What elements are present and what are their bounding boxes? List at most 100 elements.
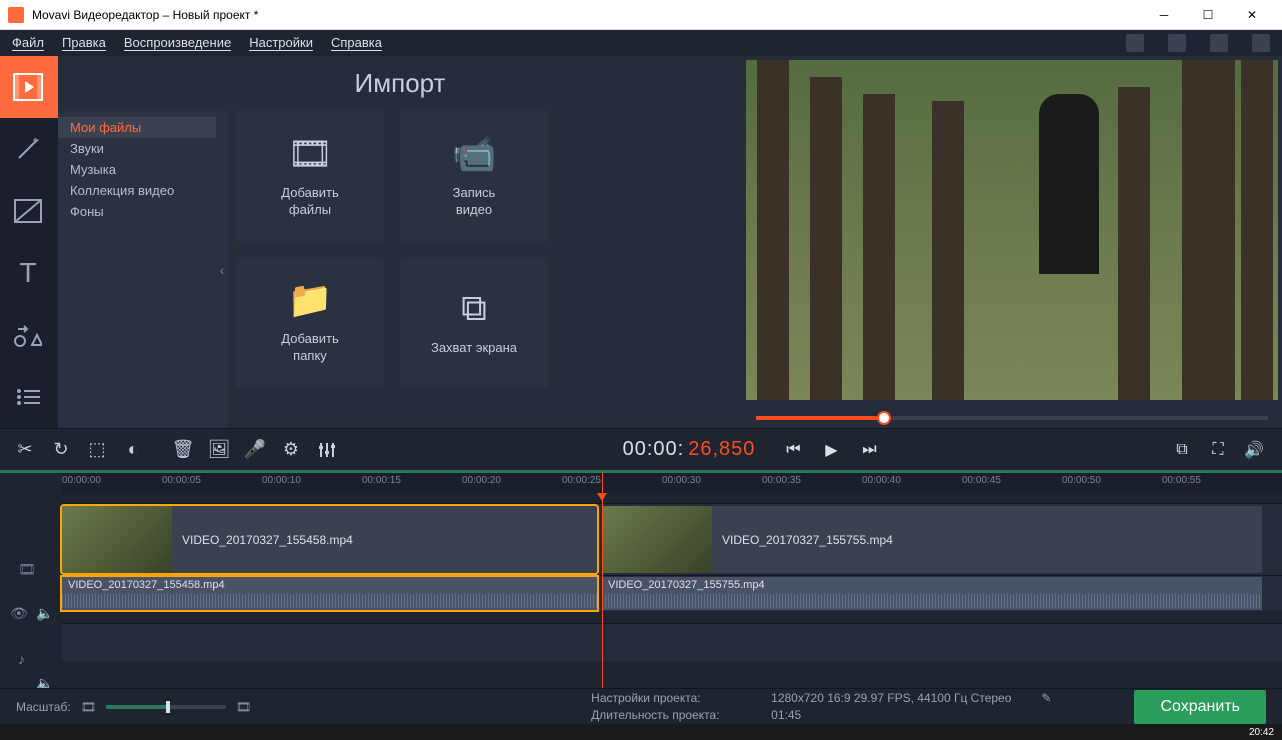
settings-button[interactable]: ⚙ [274, 434, 308, 466]
text-icon: T [19, 257, 36, 289]
tab-import[interactable] [0, 56, 58, 118]
close-button[interactable]: ✕ [1230, 0, 1274, 30]
timecode-prefix: 00:00: [623, 438, 685, 461]
cat-music[interactable]: Музыка [58, 159, 216, 180]
shapes-icon [14, 323, 42, 347]
wand-icon [15, 136, 41, 162]
equalizer-button[interactable] [310, 434, 344, 466]
clip-thumbnail [602, 506, 712, 573]
window-title: Movavi Видеоредактор – Новый проект * [32, 8, 1142, 22]
folder-icon: 📁 [288, 279, 333, 321]
cat-my-files[interactable]: Мои файлы [58, 117, 216, 138]
rotate-button[interactable]: ↻ [44, 434, 78, 466]
audio-clip-2[interactable]: VIDEO_20170327_155755.mp4 [602, 577, 1262, 610]
video-clip-1[interactable]: VIDEO_20170327_155458.mp4 [62, 506, 597, 573]
app-logo-icon [8, 7, 24, 23]
film-play-icon [13, 73, 43, 101]
ruler-tick: 00:00:25 [562, 475, 601, 486]
tab-filters[interactable] [0, 118, 58, 180]
zoom-slider[interactable] [106, 705, 226, 709]
cat-backgrounds[interactable]: Фоны [58, 201, 216, 222]
music-track[interactable] [62, 623, 1282, 661]
list-icon [16, 388, 40, 406]
project-settings-value: 1280x720 16:9 29.97 FPS, 44100 Гц Стерео [771, 691, 1011, 705]
tile-screen-capture[interactable]: ⧉ Захват экрана [400, 257, 548, 387]
collapse-handle[interactable]: ‹ [216, 111, 228, 428]
mic-button[interactable]: 🎤 [238, 434, 272, 466]
menu-settings[interactable]: Настройки [249, 35, 313, 51]
cat-sounds[interactable]: Звуки [58, 138, 216, 159]
import-panel: Импорт Мои файлы Звуки Музыка Коллекция … [58, 56, 742, 428]
zoom-in-icon[interactable]: 🎞 [236, 700, 251, 714]
cat-video-collection[interactable]: Коллекция видео [58, 180, 216, 201]
image-button[interactable]: 🖼 [202, 434, 236, 466]
edit-settings-icon[interactable]: ✎ [1041, 691, 1051, 705]
ruler-tick: 00:00:15 [362, 475, 401, 486]
ruler-tick: 00:00:20 [462, 475, 501, 486]
zoom-label: Масштаб: [16, 700, 71, 714]
sliders-icon [318, 441, 336, 459]
os-taskbar[interactable]: 20:42 [0, 724, 1282, 740]
workspace: T Импорт Мои файлы Звуки Музыка Коллекци… [0, 56, 1282, 428]
cut-button[interactable]: ✂ [8, 434, 42, 466]
menu-file[interactable]: Файл [12, 35, 44, 51]
youtube-icon[interactable] [1126, 34, 1144, 52]
odnoklassniki-icon[interactable] [1168, 34, 1186, 52]
tracks-area: 🎞 👁 🔈 ♪ 🔈 VIDEO_20170327_155458.mp4 VIDE… [62, 503, 1282, 661]
next-button[interactable]: ⏭ [855, 436, 883, 464]
vk-icon[interactable] [1210, 34, 1228, 52]
capture-frame-icon: ⧉ [461, 287, 487, 330]
timeline: 00:00:00 00:00:05 00:00:10 00:00:15 00:0… [0, 470, 1282, 704]
progress-thumb[interactable] [877, 411, 891, 425]
person-in-frame [1039, 94, 1099, 274]
volume-button[interactable]: 🔊 [1240, 436, 1268, 464]
color-button[interactable]: ◐ [116, 434, 150, 466]
delete-button[interactable]: 🗑 [166, 434, 200, 466]
audio-track[interactable]: VIDEO_20170327_155458.mp4 VIDEO_20170327… [62, 575, 1282, 611]
time-ruler[interactable]: 00:00:00 00:00:05 00:00:10 00:00:15 00:0… [62, 473, 1282, 493]
ruler-tick: 00:00:05 [162, 475, 201, 486]
project-settings-label: Настройки проекта: [591, 691, 751, 705]
eye-icon[interactable]: 👁 [10, 605, 28, 622]
tile-record-video[interactable]: 📹 Запись видео [400, 111, 548, 241]
ruler-tick: 00:00:00 [62, 475, 101, 486]
menu-playback[interactable]: Воспроизведение [124, 35, 231, 51]
tile-add-folder[interactable]: 📁 Добавить папку [236, 257, 384, 387]
tab-shapes[interactable] [0, 304, 58, 366]
save-button[interactable]: Сохранить [1134, 690, 1266, 724]
audio-clip-1[interactable]: VIDEO_20170327_155458.mp4 [62, 577, 597, 610]
playhead[interactable] [602, 473, 603, 704]
maximize-button[interactable]: ☐ [1186, 0, 1230, 30]
tab-more[interactable] [0, 366, 58, 428]
preview-progress[interactable] [742, 408, 1282, 428]
play-button[interactable]: ▶ [817, 436, 845, 464]
menu-edit[interactable]: Правка [62, 35, 106, 51]
tile-label: Захват экрана [431, 340, 517, 357]
tab-transitions[interactable] [0, 180, 58, 242]
preview-video[interactable] [746, 60, 1278, 400]
clip-name: VIDEO_20170327_155458.mp4 [68, 579, 225, 591]
window-titlebar: Movavi Видеоредактор – Новый проект * ─ … [0, 0, 1282, 30]
minimize-button[interactable]: ─ [1142, 0, 1186, 30]
tab-titles[interactable]: T [0, 242, 58, 304]
crop-button[interactable]: ⬚ [80, 434, 114, 466]
import-tiles: 🎞 Добавить файлы 📹 Запись видео 📁 Добави… [216, 111, 742, 428]
ruler-tick: 00:00:30 [662, 475, 701, 486]
clip-thumbnail [62, 506, 172, 573]
tile-add-files[interactable]: 🎞 Добавить файлы [236, 111, 384, 241]
transition-icon [14, 199, 42, 223]
camera-icon[interactable] [1252, 34, 1270, 52]
taskbar-clock: 20:42 [1249, 727, 1282, 738]
video-track[interactable]: VIDEO_20170327_155458.mp4 VIDEO_20170327… [62, 503, 1282, 575]
speaker-icon[interactable]: 🔈 [36, 605, 53, 622]
popout-button[interactable]: ⧉ [1168, 436, 1196, 464]
ruler-tick: 00:00:55 [1162, 475, 1201, 486]
prev-button[interactable]: ⏮ [779, 436, 807, 464]
menu-help[interactable]: Справка [331, 35, 382, 51]
fullscreen-button[interactable]: ⛶ [1204, 436, 1232, 464]
zoom-control: Масштаб: 🎞 🎞 [16, 700, 251, 714]
zoom-out-icon[interactable]: 🎞 [81, 700, 96, 714]
tile-label: Запись видео [453, 185, 496, 219]
clip-name: VIDEO_20170327_155458.mp4 [172, 533, 353, 547]
video-clip-2[interactable]: VIDEO_20170327_155755.mp4 [602, 506, 1262, 573]
